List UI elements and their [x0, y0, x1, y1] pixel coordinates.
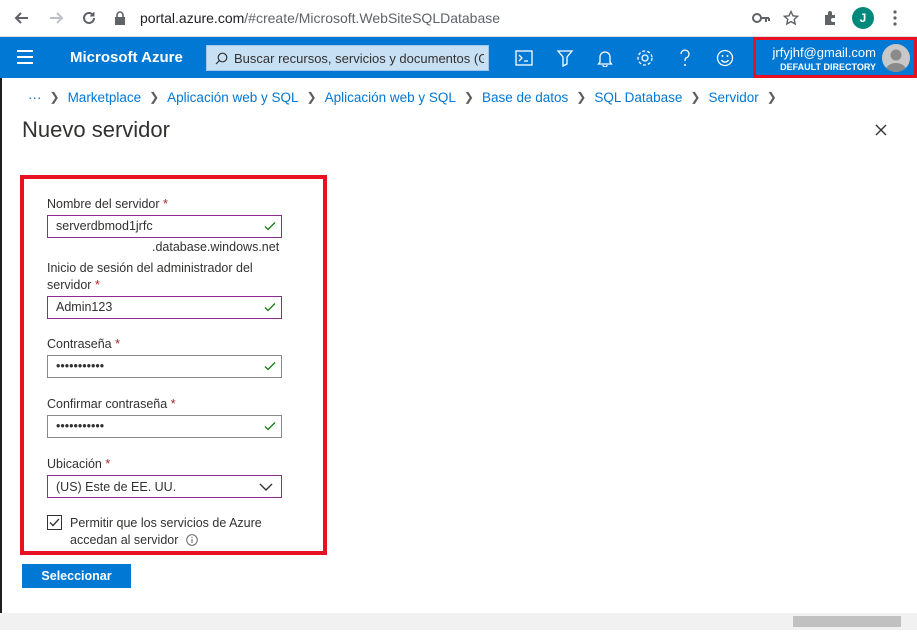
star-icon[interactable]	[780, 7, 802, 29]
account-email: jrfyjhf@gmail.com	[772, 45, 877, 60]
account-menu[interactable]: jrfyjhf@gmail.com DEFAULT DIRECTORY	[753, 37, 917, 78]
settings-gear-icon[interactable]	[633, 46, 657, 70]
breadcrumb-item[interactable]: Base de datos	[482, 90, 568, 105]
password-field[interactable]	[47, 355, 282, 378]
allow-azure-label: Permitir que los servicios de Azure acced…	[70, 516, 262, 547]
search-input[interactable]	[234, 50, 484, 66]
key-icon[interactable]	[750, 7, 772, 29]
confirm-password-input[interactable]	[56, 419, 256, 433]
server-name-label: Nombre del servidor *	[47, 197, 168, 211]
page-title: Nuevo servidor	[22, 117, 170, 142]
server-suffix: .database.windows.net	[152, 240, 280, 254]
password-input[interactable]	[56, 359, 256, 373]
location-selected-value: (US) Este de EE. UU.	[56, 480, 177, 494]
confirm-password-label: Confirmar contraseña *	[47, 397, 176, 411]
help-question-icon[interactable]	[673, 46, 697, 70]
lock-icon	[114, 11, 126, 25]
browser-toolbar: portal.azure.com/#create/Microsoft.WebSi…	[0, 0, 917, 37]
cloud-shell-icon[interactable]	[512, 46, 536, 70]
admin-login-input[interactable]	[56, 300, 256, 314]
forward-icon[interactable]	[44, 6, 68, 30]
address-bar[interactable]: portal.azure.com/#create/Microsoft.WebSi…	[110, 4, 810, 32]
chevron-right-icon: ❯	[576, 90, 587, 104]
valid-check-icon	[264, 362, 276, 371]
scrollbar-thumb[interactable]	[793, 616, 901, 627]
breadcrumb-item[interactable]: SQL Database	[594, 90, 682, 105]
chevron-right-icon: ❯	[766, 90, 777, 104]
breadcrumb-item[interactable]: Servidor	[708, 90, 758, 105]
back-icon[interactable]	[10, 6, 34, 30]
account-directory: DEFAULT DIRECTORY	[780, 62, 876, 72]
confirm-password-field[interactable]	[47, 415, 282, 438]
location-label: Ubicación *	[47, 457, 111, 471]
breadcrumb-ellipsis[interactable]: ···	[28, 90, 42, 105]
allow-azure-checkbox[interactable]	[47, 515, 62, 530]
url-host: portal.azure.com	[140, 10, 245, 26]
info-icon[interactable]	[186, 534, 198, 546]
chevron-right-icon: ❯	[463, 90, 474, 104]
checkmark-icon	[49, 518, 60, 527]
profile-avatar[interactable]: J	[852, 7, 874, 29]
breadcrumb-item[interactable]: Aplicación web y SQL	[325, 90, 456, 105]
chevron-right-icon: ❯	[306, 90, 317, 104]
location-dropdown[interactable]: (US) Este de EE. UU.	[47, 475, 282, 498]
admin-login-field[interactable]	[47, 296, 282, 319]
chevron-right-icon: ❯	[49, 90, 60, 104]
hamburger-menu-icon[interactable]	[17, 50, 33, 64]
extensions-icon[interactable]	[819, 7, 841, 29]
server-name-field[interactable]	[47, 215, 282, 238]
select-button[interactable]: Seleccionar	[22, 564, 131, 588]
url-path: /#create/Microsoft.WebSiteSQLDatabase	[244, 10, 501, 26]
portal-brand[interactable]: Microsoft Azure	[70, 49, 183, 66]
valid-check-icon	[264, 222, 276, 231]
valid-check-icon	[264, 422, 276, 431]
feedback-smiley-icon[interactable]	[713, 46, 737, 70]
window-edge	[0, 78, 2, 613]
breadcrumb-item[interactable]: Aplicación web y SQL	[167, 90, 298, 105]
password-label: Contraseña *	[47, 337, 120, 351]
directory-filter-icon[interactable]	[553, 46, 577, 70]
chevron-right-icon: ❯	[690, 90, 701, 104]
reload-icon[interactable]	[77, 6, 101, 30]
horizontal-scrollbar[interactable]	[0, 613, 917, 630]
global-search[interactable]	[206, 45, 489, 71]
chevron-right-icon: ❯	[149, 90, 160, 104]
breadcrumb: ··· ❯ Marketplace ❯ Aplicación web y SQL…	[28, 88, 785, 106]
more-vert-icon[interactable]	[884, 7, 906, 29]
close-icon[interactable]	[871, 120, 891, 140]
admin-login-label: Inicio de sesión del administrador del se…	[47, 261, 253, 292]
breadcrumb-item[interactable]: Marketplace	[68, 90, 142, 105]
valid-check-icon	[264, 303, 276, 312]
chevron-down-icon	[259, 483, 273, 491]
search-icon	[215, 52, 228, 64]
user-avatar-icon	[882, 44, 910, 72]
notifications-bell-icon[interactable]	[593, 46, 617, 70]
server-name-input[interactable]	[56, 219, 256, 233]
